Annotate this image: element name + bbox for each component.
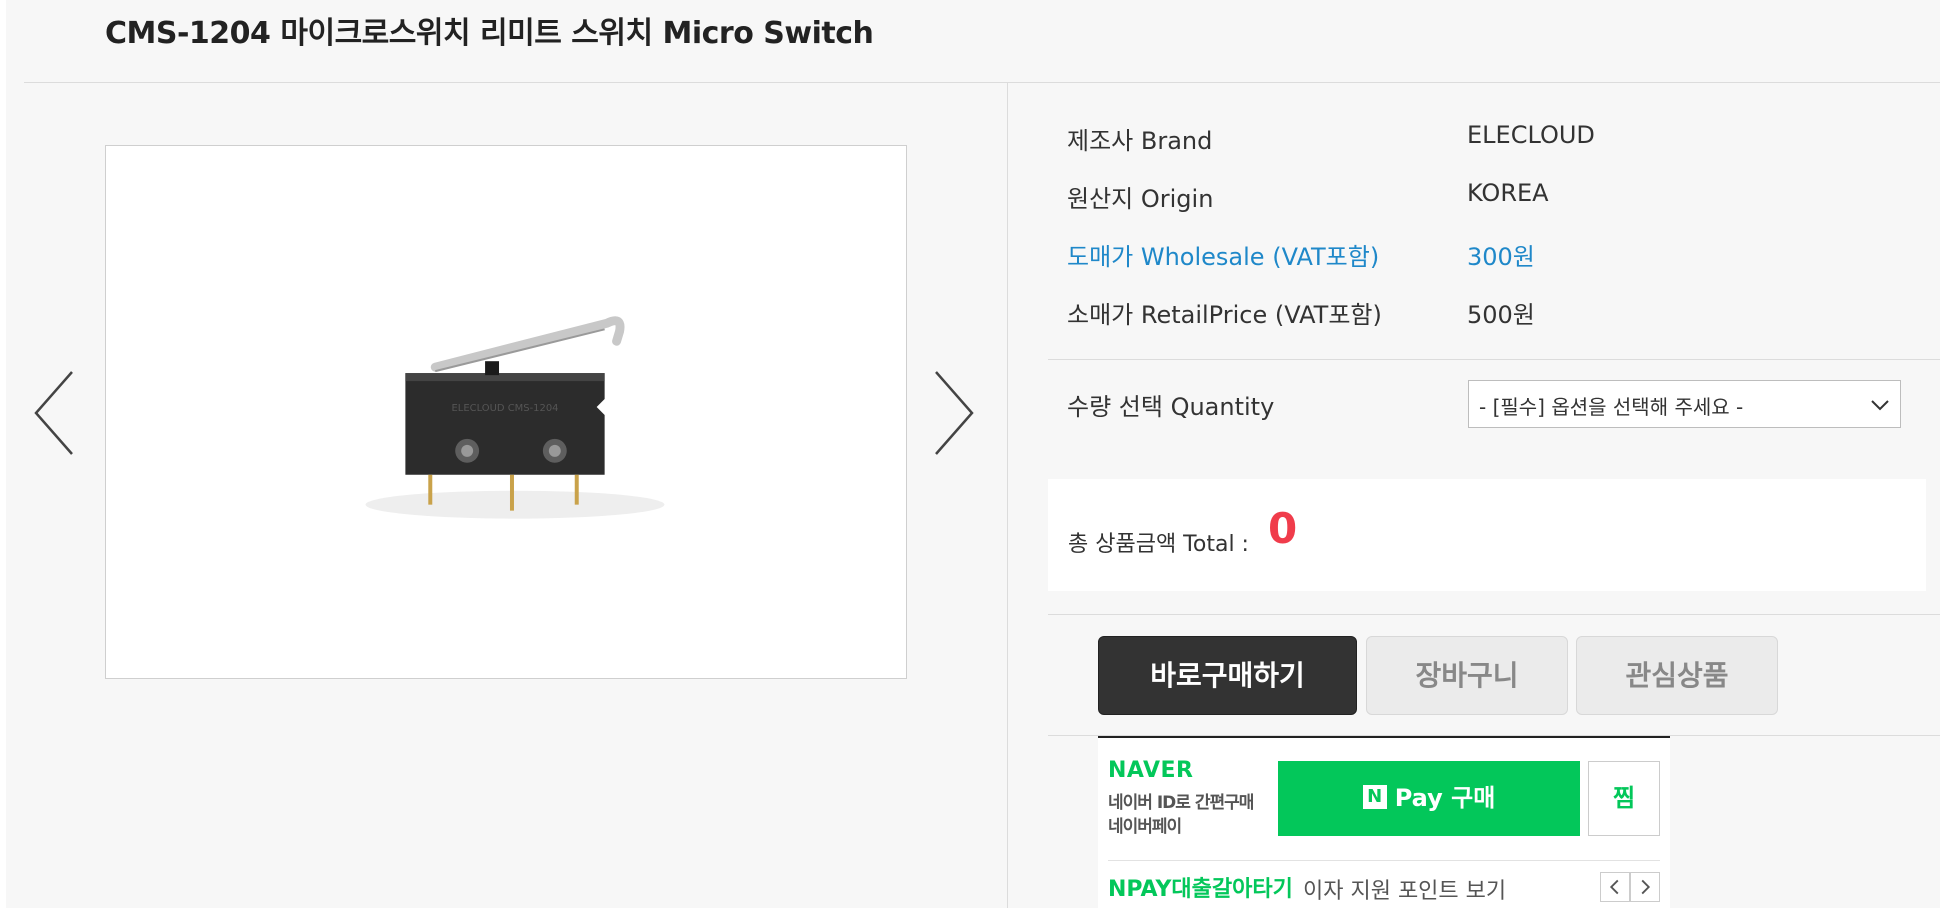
- micro-switch-illustration: ELECLOUD CMS-1204: [106, 146, 906, 678]
- naver-logo: NAVER: [1108, 758, 1194, 783]
- total-value: 0: [1268, 504, 1298, 553]
- info-divider: [1048, 359, 1940, 360]
- brand-row: 제조사 Brand ELECLOUD: [1067, 121, 1887, 161]
- wishlist-button[interactable]: 관심상품: [1576, 636, 1778, 715]
- origin-label: 원산지 Origin: [1067, 185, 1214, 213]
- product-image: ELECLOUD CMS-1204: [105, 145, 907, 679]
- image-prev-button[interactable]: [30, 368, 80, 458]
- naver-pay-panel: NAVER 네이버 ID로 간편구매 네이버페이 N Pay 구매 찜 NPAY대…: [1098, 736, 1670, 908]
- header-divider: [24, 82, 1940, 83]
- brand-value: ELECLOUD: [1467, 121, 1595, 149]
- naver-desc-line1: 네이버 ID로 간편구매: [1108, 793, 1254, 813]
- add-to-cart-button[interactable]: 장바구니: [1366, 636, 1568, 715]
- column-divider: [1007, 83, 1008, 908]
- wholesale-row: 도매가 Wholesale (VAT포함) 300원: [1067, 237, 1887, 277]
- total-divider: [1048, 614, 1940, 615]
- quantity-selected-option: - [필수] 옵션을 선택해 주세요 -: [1479, 395, 1744, 419]
- wholesale-value: 300원: [1467, 243, 1535, 271]
- promo-next-button[interactable]: [1630, 872, 1660, 902]
- chevron-left-icon: [1609, 879, 1619, 895]
- naver-desc-line2: 네이버페이: [1108, 817, 1182, 837]
- quantity-label: 수량 선택 Quantity: [1067, 393, 1275, 421]
- wholesale-label: 도매가 Wholesale (VAT포함): [1067, 243, 1380, 271]
- product-title: CMS-1204 마이크로스위치 리미트 스위치 Micro Switch: [105, 16, 874, 51]
- chevron-right-icon: [935, 371, 974, 455]
- image-next-button[interactable]: [928, 368, 978, 458]
- retail-label: 소매가 RetailPrice (VAT포함): [1067, 301, 1382, 329]
- chevron-right-icon: [1641, 879, 1651, 895]
- page-left-strip: [0, 0, 6, 908]
- total-panel: 총 상품금액 Total : 0: [1048, 479, 1926, 591]
- origin-value: KOREA: [1467, 179, 1549, 207]
- npay-loan-link[interactable]: NPAY대출갈아타기: [1108, 871, 1293, 903]
- switch-embossed-label: ELECLOUD CMS-1204: [452, 403, 559, 414]
- chevron-left-icon: [34, 371, 73, 455]
- naver-zzim-button[interactable]: 찜: [1588, 761, 1660, 836]
- quantity-select[interactable]: - [필수] 옵션을 선택해 주세요 -: [1468, 380, 1901, 428]
- total-label: 총 상품금액 Total :: [1068, 532, 1249, 557]
- naver-pay-button[interactable]: N Pay 구매: [1278, 761, 1580, 836]
- brand-label: 제조사 Brand: [1067, 127, 1213, 155]
- naver-divider: [1108, 860, 1660, 861]
- origin-row: 원산지 Origin KOREA: [1067, 179, 1887, 219]
- retail-row: 소매가 RetailPrice (VAT포함) 500원: [1067, 295, 1887, 335]
- retail-value: 500원: [1467, 301, 1535, 329]
- promo-prev-button[interactable]: [1600, 872, 1630, 902]
- naver-n-icon: N: [1362, 785, 1387, 809]
- buy-now-button[interactable]: 바로구매하기: [1098, 636, 1357, 715]
- npay-promo-text: 이자 지원 포인트 보기: [1303, 879, 1507, 904]
- chevron-down-icon: [1871, 400, 1889, 411]
- naver-pay-label: Pay 구매: [1394, 784, 1496, 812]
